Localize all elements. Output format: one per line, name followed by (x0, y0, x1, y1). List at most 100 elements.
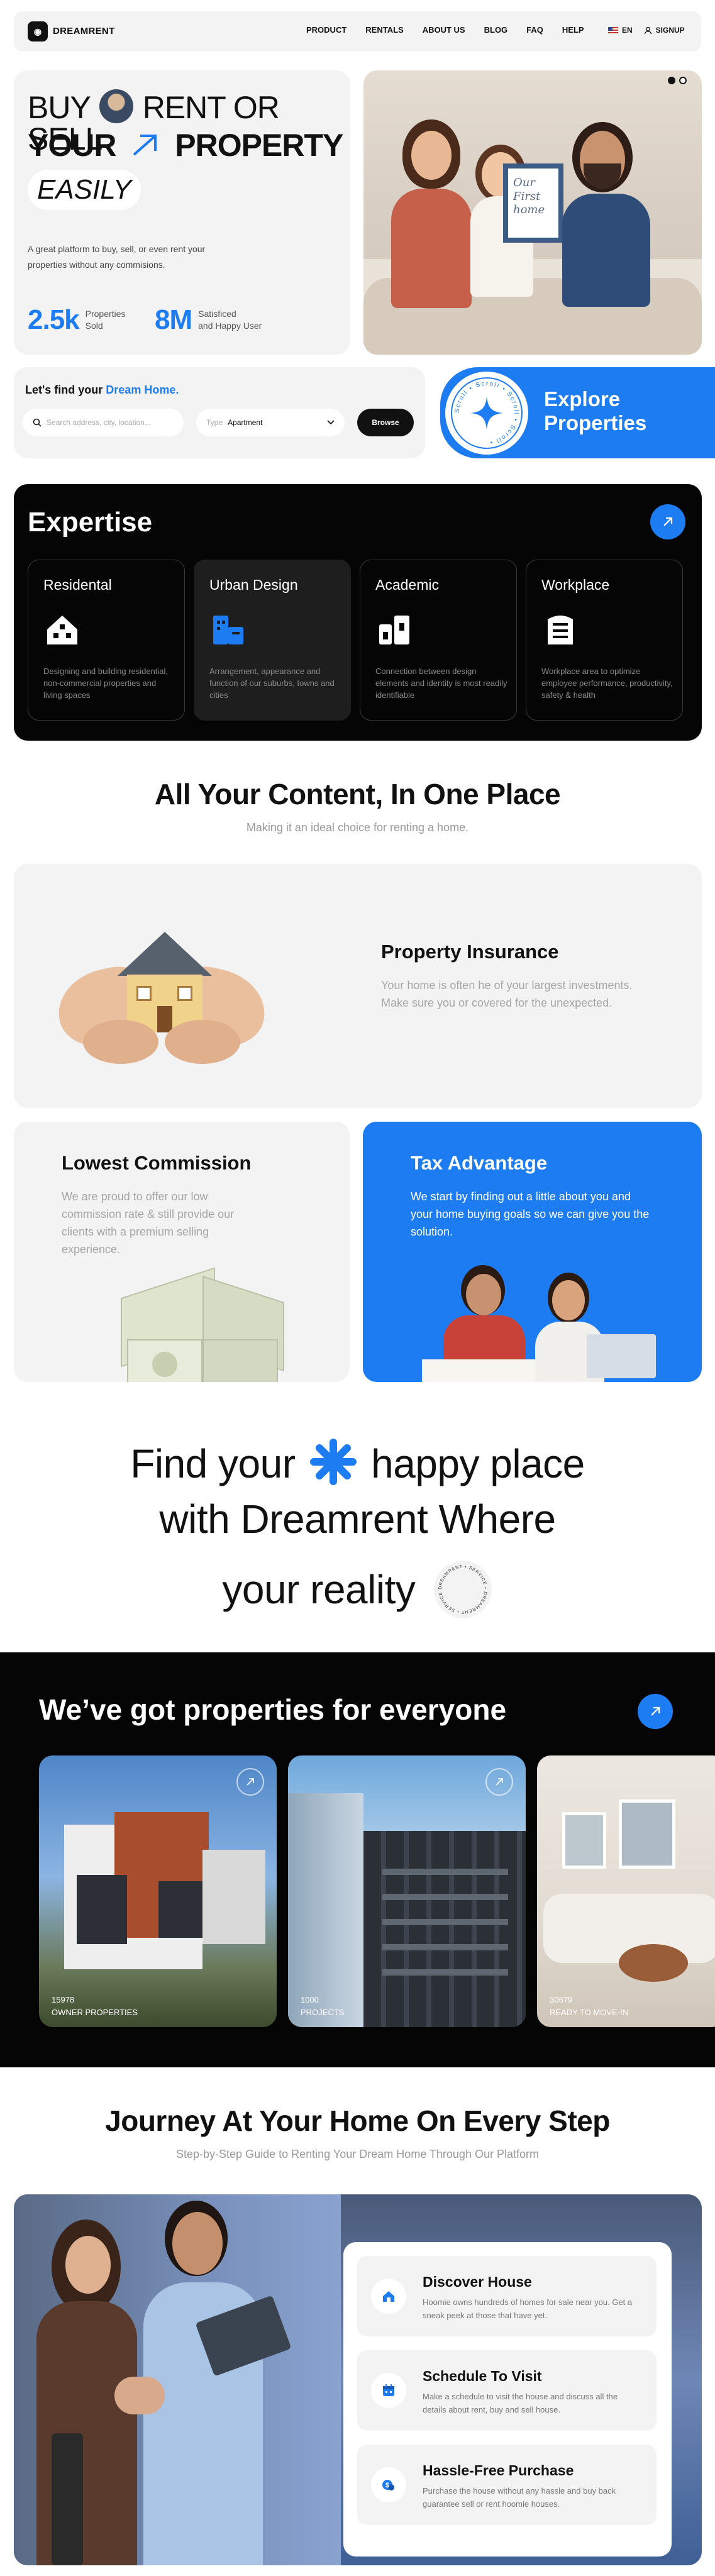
signup-label: SIGNUP (655, 26, 685, 35)
card-title: Residental (43, 577, 112, 593)
expertise-title: Expertise (28, 507, 153, 538)
expertise-card-academic[interactable]: Academic Connection between design eleme… (360, 560, 517, 721)
step-description: Hoomie owns hundreds of homes for sale n… (423, 2297, 633, 2320)
logo-text[interactable]: DREAMRENT (53, 26, 115, 36)
commission-card: Lowest Commission We are proud to offer … (14, 1122, 350, 1382)
hero-headline-line2: YOUR PROPERTY (28, 130, 343, 161)
user-icon (644, 26, 651, 34)
expertise-card-workplace[interactable]: Workplace Workplace area to optimize emp… (526, 560, 683, 721)
headline-your: YOUR (28, 128, 116, 163)
sparkle-icon (470, 397, 503, 429)
nav-link-rentals[interactable]: RENTALS (365, 25, 403, 35)
insurance-card: Property Insurance Your home is often he… (14, 864, 702, 1108)
nav-link-about[interactable]: ABOUT US (423, 25, 465, 35)
signup-link[interactable]: SIGNUP (644, 26, 685, 35)
insurance-description: Your home is often he of your largest in… (381, 979, 633, 1009)
nav-link-faq[interactable]: FAQ (526, 25, 543, 35)
card-title: Workplace (541, 577, 610, 593)
step-title: Hassle-Free Purchase (423, 2462, 574, 2479)
hero-description: A great platform to buy, sell, or even r… (28, 244, 206, 270)
arrow-up-right-icon (663, 517, 673, 526)
language-selector[interactable]: EN (608, 26, 633, 35)
headline-property: PROPERTY (175, 128, 343, 163)
stat-properties-sold: 2.5k Properties Sold (28, 304, 125, 336)
house-icon (47, 616, 77, 644)
us-flag-icon (608, 26, 618, 34)
chevron-down-icon (327, 420, 335, 425)
search-input[interactable]: Search address, city, location... (23, 409, 184, 436)
money-icon: $ (371, 2467, 406, 2502)
step-title: Schedule To Visit (423, 2368, 542, 2384)
open-card-button[interactable] (485, 1768, 513, 1796)
stat-label: Satisficed and Happy User (198, 309, 262, 331)
browse-button[interactable]: Browse (357, 409, 414, 436)
stat-value: 2.5k (28, 304, 80, 335)
step-title: Discover House (423, 2274, 532, 2290)
money-house-image (102, 1267, 291, 1382)
open-card-button[interactable] (236, 1768, 264, 1796)
happy-line-2: with Dreamrent Where (159, 1496, 556, 1542)
type-value: Apartment (228, 418, 263, 427)
content-section-subtitle: Making it an ideal choice for renting a … (246, 821, 469, 834)
tax-advantage-card: Tax Advantage We start by finding out a … (363, 1122, 702, 1382)
property-label: PROJECTS (301, 2008, 345, 2017)
hero-card: BUY RENT OR SELL YOUR PROPERTY EASILY A … (14, 70, 350, 355)
property-count: 30679 (550, 1995, 573, 2004)
properties-arrow-button[interactable] (638, 1694, 673, 1729)
stat-label: Properties Sold (85, 309, 126, 331)
search-card: Let's find your Dream Home. Search addre… (14, 367, 425, 458)
explore-label: Explore Properties (544, 387, 647, 434)
expertise-card-residential[interactable]: Residental Designing and building reside… (28, 560, 185, 721)
type-select[interactable]: Type Apartment (196, 409, 345, 436)
carousel-dot-active[interactable] (668, 77, 675, 84)
headline-easily-pill: EASILY (28, 170, 141, 210)
arrow-up-right-icon (651, 1706, 660, 1716)
expertise-arrow-button[interactable] (650, 504, 685, 539)
tax-description: We start by finding out a little about y… (411, 1190, 650, 1238)
explore-properties-button[interactable]: Scroll • Scroll • Scroll • Scroll • Expl… (440, 367, 715, 458)
house-in-hands-image (51, 894, 272, 1076)
nav-link-blog[interactable]: BLOG (484, 25, 508, 35)
journey-title: Journey At Your Home On Every Step (105, 2104, 610, 2137)
logo-icon[interactable]: ◉ (28, 21, 48, 41)
card-description: Workplace area to optimize employee perf… (541, 666, 673, 700)
search-icon (33, 418, 42, 427)
search-title: Let's find your Dream Home. (25, 384, 179, 396)
family-sign: Our First home (503, 163, 563, 243)
calendar-icon (371, 2373, 406, 2408)
arrow-up-right-icon (133, 135, 157, 156)
nav-link-product[interactable]: PRODUCT (306, 25, 346, 35)
property-count: 1000 (301, 1995, 319, 2004)
stat-happy-users: 8M Satisficed and Happy User (155, 304, 262, 336)
svg-text:$: $ (385, 2482, 389, 2489)
card-title: Urban Design (209, 577, 298, 593)
nav-link-help[interactable]: HELP (562, 25, 584, 35)
card-title: Academic (375, 577, 439, 593)
property-card-ready[interactable]: 30679 READY TO MOVE-IN (537, 1755, 715, 2027)
headline-easily: EASILY (36, 174, 132, 205)
card-description: Arrangement, appearance and function of … (209, 666, 335, 700)
stat-value: 8M (155, 304, 192, 335)
properties-title: We’ve got properties for everyone (39, 1693, 507, 1726)
city-icon (213, 616, 243, 644)
content-section-title: All Your Content, In One Place (154, 778, 561, 810)
steps-panel: Discover House Hoomie owns hundreds of h… (343, 2242, 672, 2557)
couple-photo (422, 1265, 661, 1382)
carousel-dot[interactable] (679, 77, 687, 84)
service-badge: DREAMRENT • SERVICE • DREAMRENT • SERVIC… (431, 1556, 492, 1618)
step-hassle-free-purchase[interactable]: $ Hassle-Free Purchase Purchase the hous… (357, 2445, 657, 2525)
step-description: Purchase the house without any hassle an… (423, 2486, 616, 2509)
property-label: OWNER PROPERTIES (52, 2008, 138, 2017)
journey-panel: Discover House Hoomie owns hundreds of h… (14, 2194, 702, 2565)
card-description: Connection between design elements and i… (375, 666, 507, 700)
house-icon (371, 2279, 406, 2314)
property-card-owner[interactable]: 15978 OWNER PROPERTIES (39, 1755, 277, 2027)
property-card-projects[interactable]: 1000 PROJECTS (288, 1755, 526, 2027)
type-label: Type (206, 418, 223, 427)
expertise-card-urban-design[interactable]: Urban Design Arrangement, appearance and… (194, 560, 351, 721)
commission-description: We are proud to offer our low commission… (62, 1190, 235, 1256)
arrow-up-right-icon (496, 1778, 503, 1786)
step-schedule-visit[interactable]: Schedule To Visit Make a schedule to vis… (357, 2350, 657, 2431)
step-discover-house[interactable]: Discover House Hoomie owns hundreds of h… (357, 2256, 657, 2336)
office-building-icon (548, 616, 573, 644)
